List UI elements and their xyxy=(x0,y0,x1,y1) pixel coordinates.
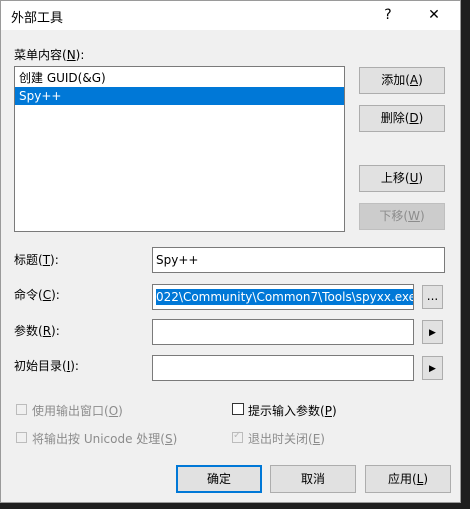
initial-dir-label-suffix: ): xyxy=(70,359,79,373)
add-button-key: A xyxy=(409,73,419,87)
command-label-key: C xyxy=(42,288,52,302)
use-output-window-text: 使用输出窗口( xyxy=(32,404,109,418)
unicode-output-checkbox[interactable] xyxy=(16,432,27,443)
move-up-button-suffix: ) xyxy=(418,171,424,185)
close-on-exit-text: 退出时关闭( xyxy=(248,432,313,446)
title-label: 标题(T): xyxy=(14,251,59,268)
add-button-suffix: ) xyxy=(418,73,423,87)
apply-button[interactable]: 应用(L) xyxy=(365,465,451,493)
menu-contents-label-text: 菜单内容( xyxy=(14,48,67,62)
close-on-exit-suffix: ) xyxy=(320,432,325,446)
title-label-key: T xyxy=(42,253,51,267)
prompt-arguments-key: P xyxy=(324,404,332,418)
initial-dir-input[interactable] xyxy=(152,355,414,381)
close-button[interactable]: ✕ xyxy=(419,4,449,26)
unicode-output-key: S xyxy=(164,432,173,446)
browse-button[interactable]: ... xyxy=(422,285,443,309)
prompt-arguments-suffix: ) xyxy=(331,404,337,418)
cancel-button[interactable]: 取消 xyxy=(270,465,356,493)
close-on-exit-checkbox[interactable]: ✓ xyxy=(232,430,243,443)
move-up-button-label: 上移( xyxy=(380,171,410,185)
title-input[interactable]: Spy++ xyxy=(152,247,445,273)
external-tools-dialog: 外部工具 ? ✕ 菜单内容(N): 创建 GUID(&G) Spy++ 添加(A… xyxy=(0,0,461,503)
apply-button-label: 应用( xyxy=(387,472,417,486)
use-output-window-checkbox[interactable] xyxy=(16,404,27,415)
arguments-label: 参数(R): xyxy=(14,322,60,339)
title-label-suffix: ): xyxy=(50,253,59,267)
list-item-spy[interactable]: Spy++ xyxy=(15,87,344,105)
title-label-text: 标题( xyxy=(14,253,43,267)
command-label-suffix: ): xyxy=(51,288,60,302)
ok-button[interactable]: 确定 xyxy=(176,465,262,493)
arrow-right-icon: ▶ xyxy=(429,364,436,374)
delete-button-suffix: ) xyxy=(418,111,424,125)
use-output-window-suffix: ) xyxy=(118,404,123,418)
title-bar: 外部工具 ? ✕ xyxy=(1,1,460,30)
delete-button-label: 删除( xyxy=(380,111,410,125)
unicode-output-text: 将输出按 Unicode 处理( xyxy=(32,432,165,446)
command-label: 命令(C): xyxy=(14,286,60,303)
arguments-label-text: 参数( xyxy=(14,324,43,338)
arguments-input[interactable] xyxy=(152,319,414,345)
initial-dir-label-text: 初始目录( xyxy=(14,359,67,373)
menu-contents-label-key: N xyxy=(66,48,76,62)
move-down-button-label: 下移( xyxy=(379,209,409,223)
menu-contents-label: 菜单内容(N): xyxy=(14,46,84,63)
add-button-label: 添加( xyxy=(381,73,410,87)
arrow-right-icon: ▶ xyxy=(429,328,436,338)
move-down-button[interactable]: 下移(W) xyxy=(359,203,445,230)
move-down-button-key: W xyxy=(408,209,420,223)
prompt-arguments-text: 提示输入参数( xyxy=(248,404,325,418)
apply-button-suffix: ) xyxy=(423,472,429,486)
delete-button-key: D xyxy=(409,111,419,125)
command-input-value: 022\Community\Common7\Tools\spyxx.exe xyxy=(156,289,413,305)
unicode-output-label: 将输出按 Unicode 处理(S) xyxy=(32,430,177,447)
add-button[interactable]: 添加(A) xyxy=(359,67,445,94)
help-button[interactable]: ? xyxy=(373,4,403,26)
command-label-text: 命令( xyxy=(14,288,43,302)
prompt-arguments-checkbox[interactable] xyxy=(232,403,244,415)
arguments-label-key: R xyxy=(42,324,52,338)
use-output-window-label: 使用输出窗口(O) xyxy=(32,402,123,419)
move-up-button[interactable]: 上移(U) xyxy=(359,165,445,192)
initial-dir-menu-button[interactable]: ▶ xyxy=(422,356,443,380)
command-input[interactable]: 022\Community\Common7\Tools\spyxx.exe xyxy=(152,284,414,310)
move-down-button-suffix: ) xyxy=(419,209,425,223)
menu-contents-list[interactable]: 创建 GUID(&G) Spy++ xyxy=(14,66,345,232)
menu-contents-label-suffix: ): xyxy=(75,48,85,62)
arguments-label-suffix: ): xyxy=(51,324,60,338)
window-title: 外部工具 xyxy=(11,11,64,26)
arguments-menu-button[interactable]: ▶ xyxy=(422,320,443,344)
list-item-create-guid[interactable]: 创建 GUID(&G) xyxy=(15,69,344,87)
close-on-exit-label: 退出时关闭(E) xyxy=(248,430,325,447)
delete-button[interactable]: 删除(D) xyxy=(359,105,445,132)
use-output-window-key: O xyxy=(108,404,119,418)
unicode-output-suffix: ) xyxy=(172,432,178,446)
initial-dir-label: 初始目录(I): xyxy=(14,357,79,374)
checkmark-icon: ✓ xyxy=(233,430,242,441)
prompt-arguments-label: 提示输入参数(P) xyxy=(248,402,337,419)
